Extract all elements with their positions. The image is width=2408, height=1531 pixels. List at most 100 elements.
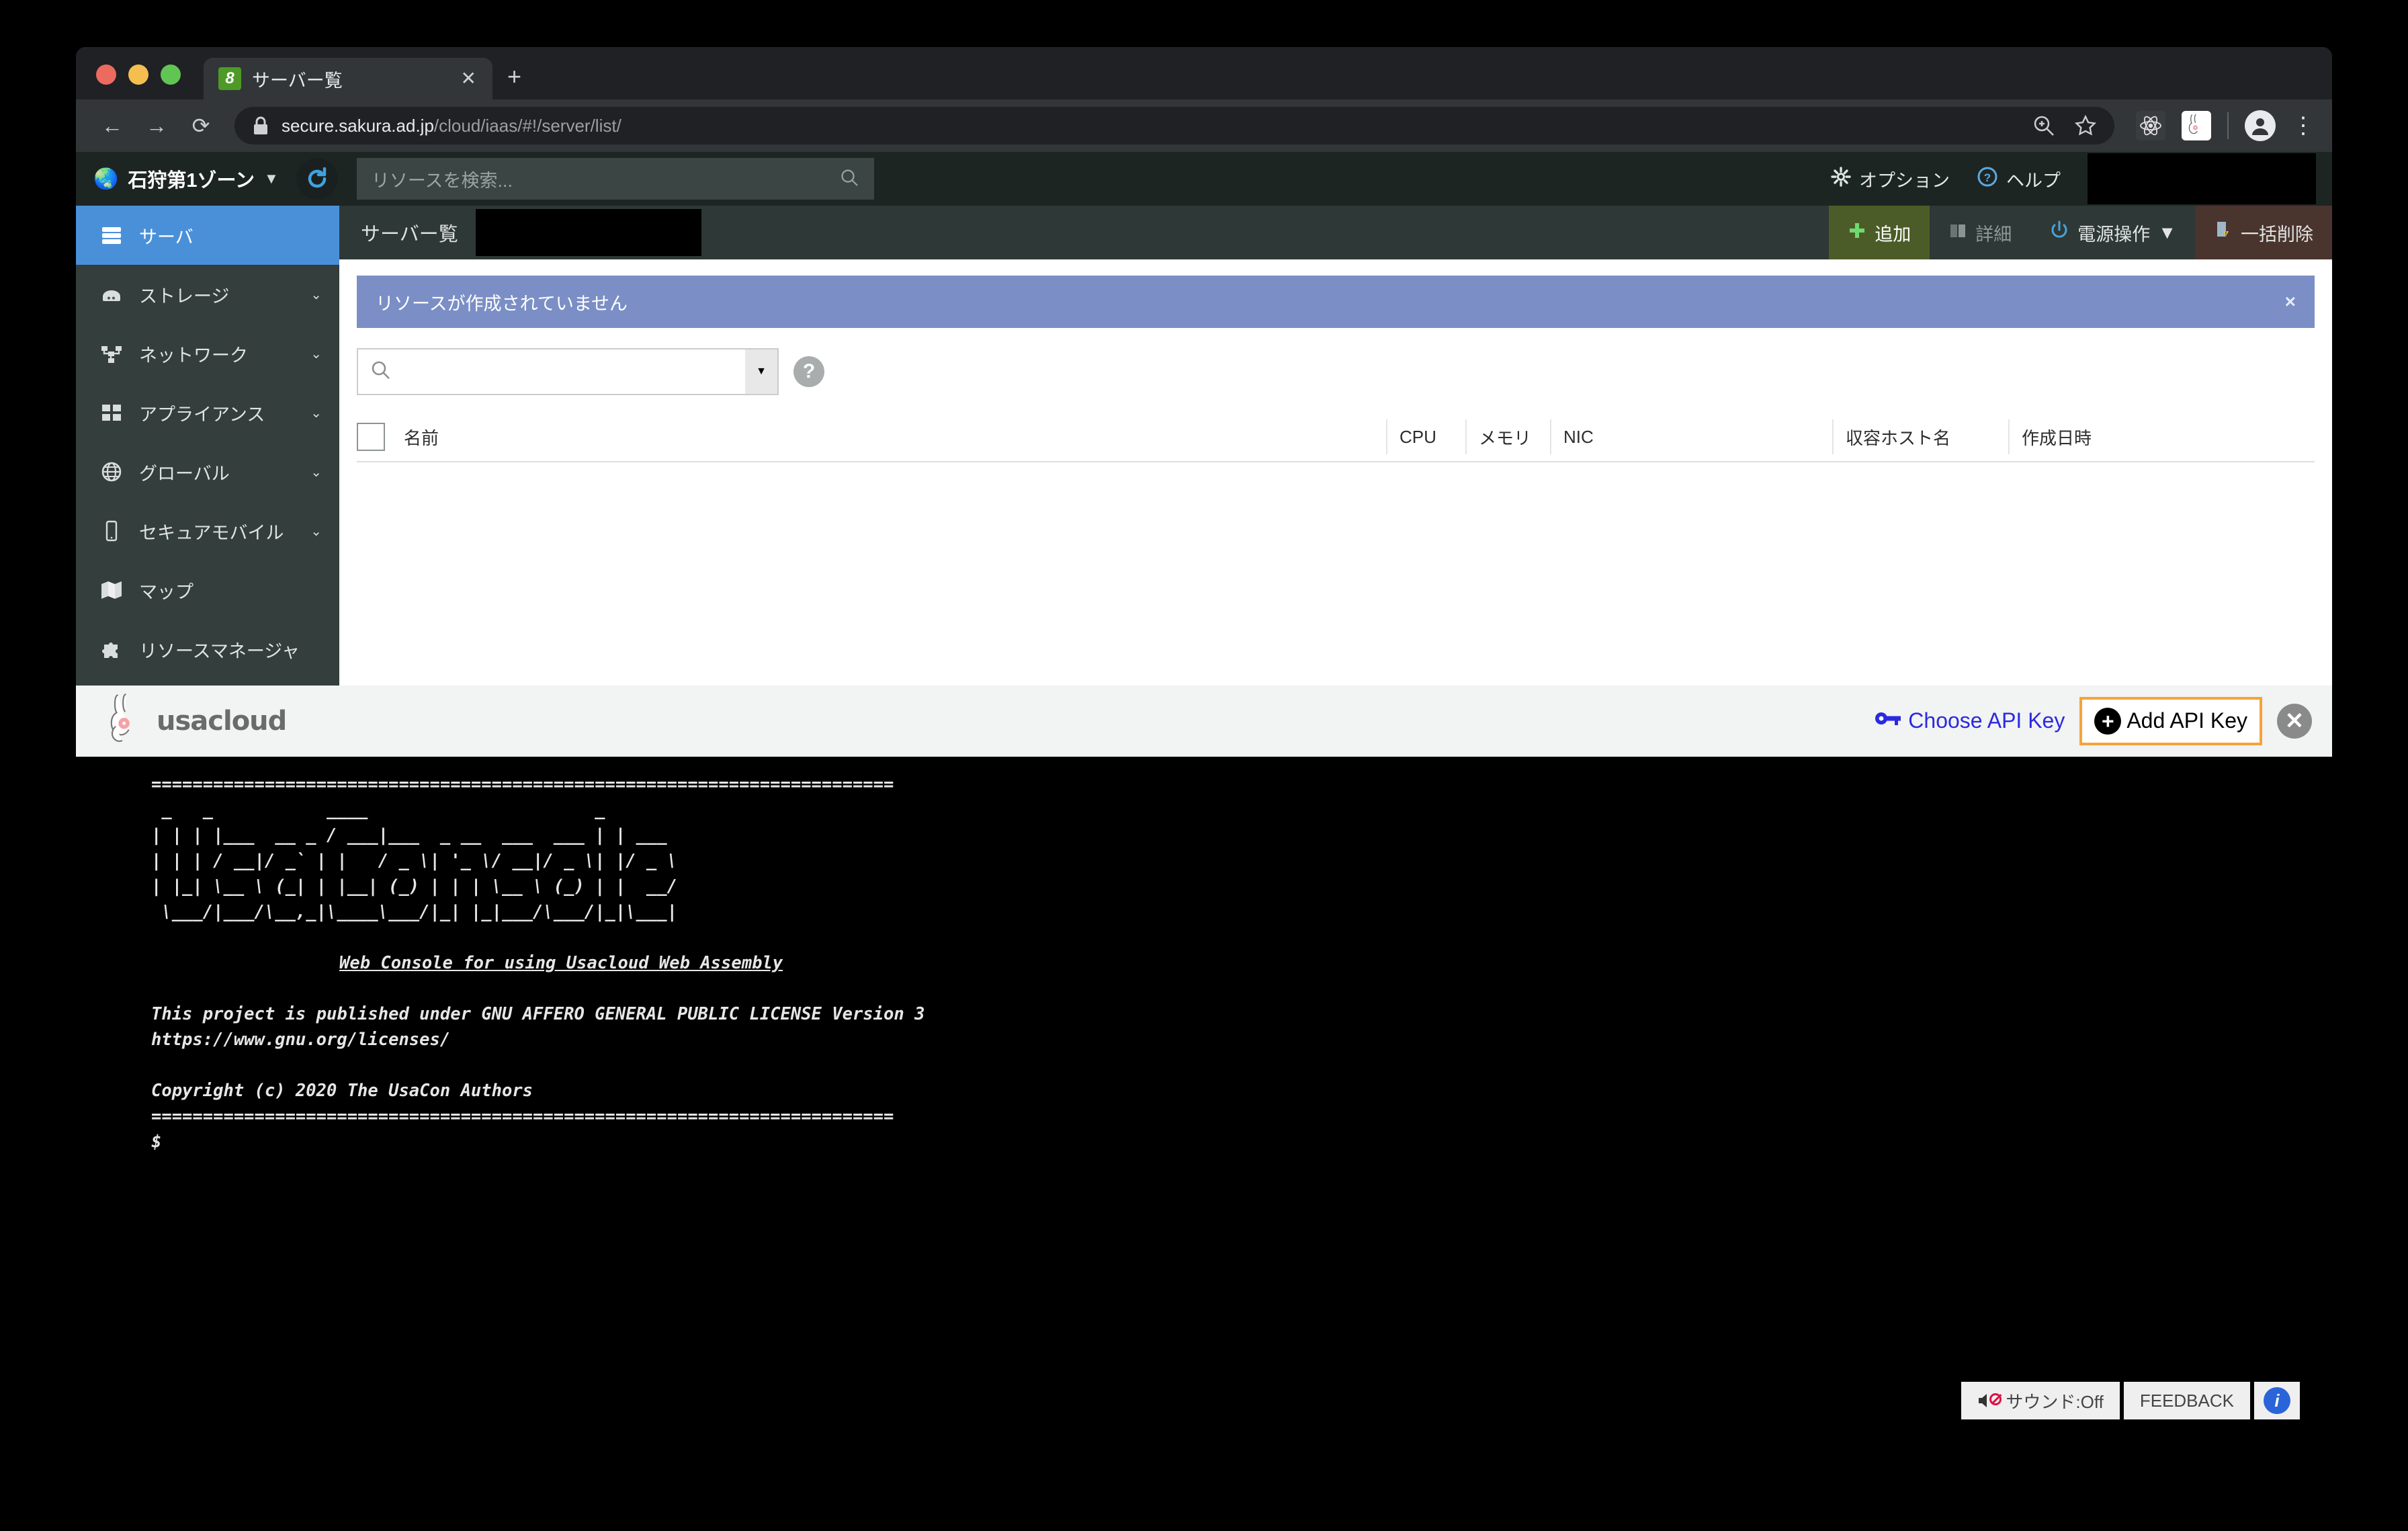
browser-menu-icon[interactable]: ⋮ — [2292, 114, 2315, 136]
sidebar-item-label: サーバ — [139, 226, 194, 247]
gear-icon — [1831, 166, 1851, 192]
tab-strip: 8 サーバー覧 ✕ + — [76, 47, 2332, 99]
sidebar-item-storage[interactable]: ストレージ ⌄ — [76, 265, 339, 324]
detail-button-label: 詳細 — [1975, 224, 2012, 245]
mobile-icon — [99, 520, 124, 542]
column-header-host[interactable]: 収容ホスト名 — [1832, 419, 2008, 454]
sidebar-item-appliance[interactable]: アプライアンス ⌄ — [76, 383, 339, 442]
terminal-rule-top: ========================================… — [151, 774, 894, 794]
add-api-key-button[interactable]: + Add API Key — [2079, 696, 2262, 745]
forward-button[interactable]: → — [138, 107, 175, 144]
filter-search-input[interactable]: ▼ — [357, 348, 779, 395]
sidebar-item-label: ネットワーク — [139, 345, 248, 366]
options-link[interactable]: オプション — [1831, 166, 1950, 192]
column-header-name[interactable]: 名前 — [392, 419, 1386, 454]
minimize-window-button[interactable] — [128, 65, 148, 85]
close-tab-icon[interactable]: ✕ — [457, 69, 480, 88]
column-header-cpu[interactable]: CPU — [1386, 419, 1465, 454]
window-traffic-lights — [96, 65, 181, 99]
feedback-button[interactable]: FEEDBACK — [2123, 1382, 2250, 1419]
detail-button[interactable]: 詳細 — [1930, 206, 2030, 259]
help-label: ヘルプ — [2006, 170, 2061, 191]
sidebar-item-network[interactable]: ネットワーク ⌄ — [76, 324, 339, 383]
book-icon — [1948, 221, 1967, 245]
filter-dropdown-button[interactable]: ▼ — [745, 349, 777, 394]
globe-icon — [99, 460, 124, 483]
choose-api-key-button[interactable]: Choose API Key — [1875, 708, 2065, 734]
plus-icon: + — [2094, 707, 2122, 735]
zone-label: 石狩第1ゾーン — [128, 170, 255, 192]
zoom-in-icon[interactable] — [2032, 114, 2055, 137]
bulk-delete-button[interactable]: ! 一括削除 — [2195, 206, 2332, 259]
close-window-button[interactable] — [96, 65, 116, 85]
content-header: サーバー覧 追加 詳細 電源操作 ▼ ! 一括削除 — [339, 206, 2332, 259]
app-topbar: 🌏 石狩第1ゾーン ▼ リソースを検索... オプション ? ヘルプ — [76, 152, 2332, 206]
maximize-window-button[interactable] — [161, 65, 181, 85]
storage-icon — [99, 283, 124, 306]
omnibox-path: /cloud/iaas/#!/server/list/ — [433, 115, 621, 136]
sound-toggle-button[interactable]: サウンド:Off — [1961, 1382, 2120, 1419]
add-button[interactable]: 追加 — [1829, 206, 1930, 259]
close-icon[interactable]: × — [2285, 291, 2296, 313]
chevron-down-icon: ⌄ — [310, 524, 322, 539]
info-button[interactable]: i — [2254, 1382, 2300, 1419]
sidebar-item-server[interactable]: サーバ — [76, 206, 339, 265]
terminal[interactable]: ========================================… — [76, 757, 2332, 1434]
page-title-redacted — [475, 209, 701, 256]
power-action-button[interactable]: 電源操作 ▼ — [2030, 206, 2195, 259]
options-label: オプション — [1859, 170, 1950, 191]
usacon-header-actions: Choose API Key + Add API Key ✕ — [1875, 696, 2312, 745]
global-search-input[interactable]: リソースを検索... — [372, 166, 839, 192]
sound-off-icon — [1977, 1392, 2002, 1409]
filter-help-icon[interactable]: ? — [793, 356, 824, 387]
sidebar-item-label: リソースマネージャ — [139, 640, 300, 661]
svg-text:?: ? — [1984, 171, 1991, 184]
sidebar-item-global[interactable]: グローバル ⌄ — [76, 442, 339, 501]
react-devtools-extension-icon[interactable] — [2136, 111, 2165, 140]
usacloud-extension-icon[interactable] — [2182, 111, 2211, 140]
reload-button[interactable]: ⟳ — [182, 107, 220, 144]
chevron-down-icon: ▼ — [2158, 222, 2176, 243]
column-header-memory[interactable]: メモリ — [1465, 419, 1550, 454]
zone-selector[interactable]: 🌏 石狩第1ゾーン ▼ — [93, 165, 279, 193]
new-tab-button[interactable]: + — [507, 65, 521, 99]
bookmark-star-icon[interactable] — [2074, 114, 2097, 137]
sidebar-item-label: ストレージ — [139, 286, 230, 306]
sound-status-label: サウンド:Off — [2006, 1391, 2104, 1412]
omnibox-actions — [2032, 114, 2097, 137]
column-header-nic[interactable]: NIC — [1550, 419, 1832, 454]
refresh-button[interactable] — [296, 158, 338, 200]
browser-extensions-toolbar: ⋮ — [2136, 110, 2315, 141]
help-link[interactable]: ? ヘルプ — [1977, 166, 2061, 192]
map-icon — [99, 579, 124, 602]
column-header-created[interactable]: 作成日時 — [2008, 419, 2169, 454]
chevron-down-icon: ⌄ — [310, 464, 322, 480]
rabbit-icon — [103, 690, 153, 751]
browser-tab-title: サーバー覧 — [252, 70, 343, 91]
add-button-label: 追加 — [1875, 224, 1911, 245]
global-search-box[interactable]: リソースを検索... — [356, 158, 874, 200]
profile-avatar[interactable] — [2245, 110, 2276, 141]
browser-tab[interactable]: 8 サーバー覧 ✕ — [204, 58, 492, 99]
back-button[interactable]: ← — [93, 107, 131, 144]
search-icon — [370, 360, 392, 384]
close-console-icon[interactable]: ✕ — [2277, 703, 2312, 739]
sidebar-item-label: マップ — [139, 581, 194, 602]
sidebar-item-secure-mobile[interactable]: セキュアモバイル ⌄ — [76, 501, 339, 561]
chevron-down-icon: ⌄ — [310, 287, 322, 302]
bulk-delete-label: 一括削除 — [2241, 224, 2313, 245]
feedback-label: FEEDBACK — [2139, 1390, 2234, 1411]
add-api-key-label: Add API Key — [2126, 708, 2247, 733]
alert-message: リソースが作成されていません — [376, 293, 628, 314]
sidebar-item-map[interactable]: マップ — [76, 561, 339, 620]
ban-icon — [1989, 1393, 2002, 1405]
server-table: 名前 CPU メモリ NIC 収容ホスト名 作成日時 — [339, 413, 2332, 462]
sidebar-item-resource-manager[interactable]: リソースマネージャ — [76, 620, 339, 679]
omnibox[interactable]: secure.sakura.ad.jp/cloud/iaas/#!/server… — [234, 107, 2114, 144]
terminal-license-url[interactable]: https://www.gnu.org/licenses/ — [151, 1027, 2332, 1052]
select-all-checkbox[interactable] — [357, 423, 385, 451]
power-action-label: 電源操作 — [2077, 224, 2151, 245]
